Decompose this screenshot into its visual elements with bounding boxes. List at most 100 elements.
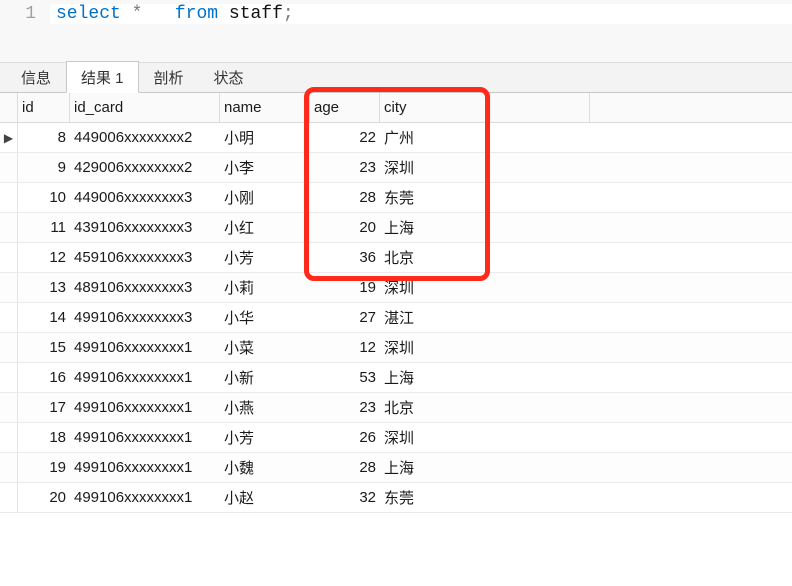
cell-name[interactable]: 小燕 bbox=[220, 393, 310, 422]
cell-city[interactable]: 深圳 bbox=[380, 153, 490, 182]
col-header-id[interactable]: id bbox=[18, 93, 70, 122]
table-row[interactable]: 16499106xxxxxxxx1小新53上海 bbox=[0, 363, 792, 393]
cell-age[interactable]: 22 bbox=[310, 123, 380, 152]
table-row[interactable]: 10449006xxxxxxxx3小刚28东莞 bbox=[0, 183, 792, 213]
cell-age[interactable]: 23 bbox=[310, 393, 380, 422]
cell-age[interactable]: 32 bbox=[310, 483, 380, 512]
cell-id[interactable]: 15 bbox=[18, 333, 70, 362]
cell-age[interactable]: 12 bbox=[310, 333, 380, 362]
cell-id[interactable]: 11 bbox=[18, 213, 70, 242]
col-header-name[interactable]: name bbox=[220, 93, 310, 122]
cell-age[interactable]: 26 bbox=[310, 423, 380, 452]
table-row[interactable]: ▶8449006xxxxxxxx2小明22广州 bbox=[0, 123, 792, 153]
cell-id-card[interactable]: 499106xxxxxxxx3 bbox=[70, 303, 220, 332]
cell-id[interactable]: 10 bbox=[18, 183, 70, 212]
cell-name[interactable]: 小芳 bbox=[220, 423, 310, 452]
table-row[interactable]: 14499106xxxxxxxx3小华27湛江 bbox=[0, 303, 792, 333]
cell-id[interactable]: 9 bbox=[18, 153, 70, 182]
cell-id[interactable]: 14 bbox=[18, 303, 70, 332]
cell-id[interactable]: 13 bbox=[18, 273, 70, 302]
row-selector[interactable] bbox=[0, 273, 18, 302]
cell-age[interactable]: 36 bbox=[310, 243, 380, 272]
cell-city[interactable]: 东莞 bbox=[380, 183, 490, 212]
table-row[interactable]: 18499106xxxxxxxx1小芳26深圳 bbox=[0, 423, 792, 453]
cell-id-card[interactable]: 499106xxxxxxxx1 bbox=[70, 333, 220, 362]
cell-city[interactable]: 广州 bbox=[380, 123, 490, 152]
cell-id[interactable]: 8 bbox=[18, 123, 70, 152]
table-row[interactable]: 17499106xxxxxxxx1小燕23北京 bbox=[0, 393, 792, 423]
cell-city[interactable]: 上海 bbox=[380, 363, 490, 392]
row-selector[interactable] bbox=[0, 213, 18, 242]
tab-profile[interactable]: 剖析 bbox=[139, 61, 199, 92]
cell-name[interactable]: 小刚 bbox=[220, 183, 310, 212]
cell-city[interactable]: 深圳 bbox=[380, 333, 490, 362]
cell-name[interactable]: 小华 bbox=[220, 303, 310, 332]
row-selector[interactable] bbox=[0, 303, 18, 332]
code-line[interactable]: select * from staff; bbox=[50, 4, 792, 24]
col-header-id-card[interactable]: id_card bbox=[70, 93, 220, 122]
cell-id-card[interactable]: 459106xxxxxxxx3 bbox=[70, 243, 220, 272]
cell-id[interactable]: 17 bbox=[18, 393, 70, 422]
table-row[interactable]: 13489106xxxxxxxx3小莉19深圳 bbox=[0, 273, 792, 303]
table-row[interactable]: 11439106xxxxxxxx3小红20上海 bbox=[0, 213, 792, 243]
col-header-age[interactable]: age bbox=[310, 93, 380, 122]
cell-age[interactable]: 53 bbox=[310, 363, 380, 392]
cell-city[interactable]: 北京 bbox=[380, 243, 490, 272]
table-row[interactable]: 12459106xxxxxxxx3小芳36北京 bbox=[0, 243, 792, 273]
row-selector[interactable] bbox=[0, 423, 18, 452]
cell-id-card[interactable]: 499106xxxxxxxx1 bbox=[70, 393, 220, 422]
cell-name[interactable]: 小红 bbox=[220, 213, 310, 242]
cell-city[interactable]: 深圳 bbox=[380, 423, 490, 452]
cell-id[interactable]: 12 bbox=[18, 243, 70, 272]
table-row[interactable]: 9429006xxxxxxxx2小李23深圳 bbox=[0, 153, 792, 183]
cell-name[interactable]: 小菜 bbox=[220, 333, 310, 362]
cell-id[interactable]: 16 bbox=[18, 363, 70, 392]
cell-age[interactable]: 23 bbox=[310, 153, 380, 182]
tab-status[interactable]: 状态 bbox=[199, 61, 259, 92]
cell-city[interactable]: 湛江 bbox=[380, 303, 490, 332]
cell-age[interactable]: 20 bbox=[310, 213, 380, 242]
cell-city[interactable]: 东莞 bbox=[380, 483, 490, 512]
row-selector[interactable] bbox=[0, 243, 18, 272]
tab-info[interactable]: 信息 bbox=[6, 61, 66, 92]
result-grid[interactable]: id id_card name age city ▶8449006xxxxxxx… bbox=[0, 93, 792, 513]
cell-name[interactable]: 小魏 bbox=[220, 453, 310, 482]
table-row[interactable]: 19499106xxxxxxxx1小魏28上海 bbox=[0, 453, 792, 483]
cell-id-card[interactable]: 439106xxxxxxxx3 bbox=[70, 213, 220, 242]
cell-city[interactable]: 上海 bbox=[380, 453, 490, 482]
cell-age[interactable]: 28 bbox=[310, 183, 380, 212]
cell-id-card[interactable]: 429006xxxxxxxx2 bbox=[70, 153, 220, 182]
cell-id-card[interactable]: 499106xxxxxxxx1 bbox=[70, 453, 220, 482]
row-selector[interactable]: ▶ bbox=[0, 123, 18, 152]
row-selector[interactable] bbox=[0, 333, 18, 362]
row-selector[interactable] bbox=[0, 363, 18, 392]
cell-name[interactable]: 小明 bbox=[220, 123, 310, 152]
cell-name[interactable]: 小新 bbox=[220, 363, 310, 392]
cell-city[interactable]: 深圳 bbox=[380, 273, 490, 302]
row-selector[interactable] bbox=[0, 153, 18, 182]
cell-id-card[interactable]: 449006xxxxxxxx3 bbox=[70, 183, 220, 212]
cell-name[interactable]: 小李 bbox=[220, 153, 310, 182]
cell-id-card[interactable]: 449006xxxxxxxx2 bbox=[70, 123, 220, 152]
sql-editor[interactable]: 1 select * from staff; bbox=[0, 0, 792, 63]
cell-city[interactable]: 北京 bbox=[380, 393, 490, 422]
cell-age[interactable]: 28 bbox=[310, 453, 380, 482]
cell-id-card[interactable]: 499106xxxxxxxx1 bbox=[70, 363, 220, 392]
cell-id[interactable]: 19 bbox=[18, 453, 70, 482]
cell-id-card[interactable]: 499106xxxxxxxx1 bbox=[70, 483, 220, 512]
cell-id-card[interactable]: 489106xxxxxxxx3 bbox=[70, 273, 220, 302]
cell-name[interactable]: 小芳 bbox=[220, 243, 310, 272]
cell-id[interactable]: 18 bbox=[18, 423, 70, 452]
cell-age[interactable]: 19 bbox=[310, 273, 380, 302]
table-row[interactable]: 20499106xxxxxxxx1小赵32东莞 bbox=[0, 483, 792, 513]
cell-name[interactable]: 小赵 bbox=[220, 483, 310, 512]
col-header-city[interactable]: city bbox=[380, 93, 490, 122]
cell-id-card[interactable]: 499106xxxxxxxx1 bbox=[70, 423, 220, 452]
cell-city[interactable]: 上海 bbox=[380, 213, 490, 242]
row-selector[interactable] bbox=[0, 393, 18, 422]
tab-result-1[interactable]: 结果 1 bbox=[66, 61, 139, 93]
cell-age[interactable]: 27 bbox=[310, 303, 380, 332]
row-selector[interactable] bbox=[0, 483, 18, 512]
table-row[interactable]: 15499106xxxxxxxx1小菜12深圳 bbox=[0, 333, 792, 363]
row-selector[interactable] bbox=[0, 453, 18, 482]
